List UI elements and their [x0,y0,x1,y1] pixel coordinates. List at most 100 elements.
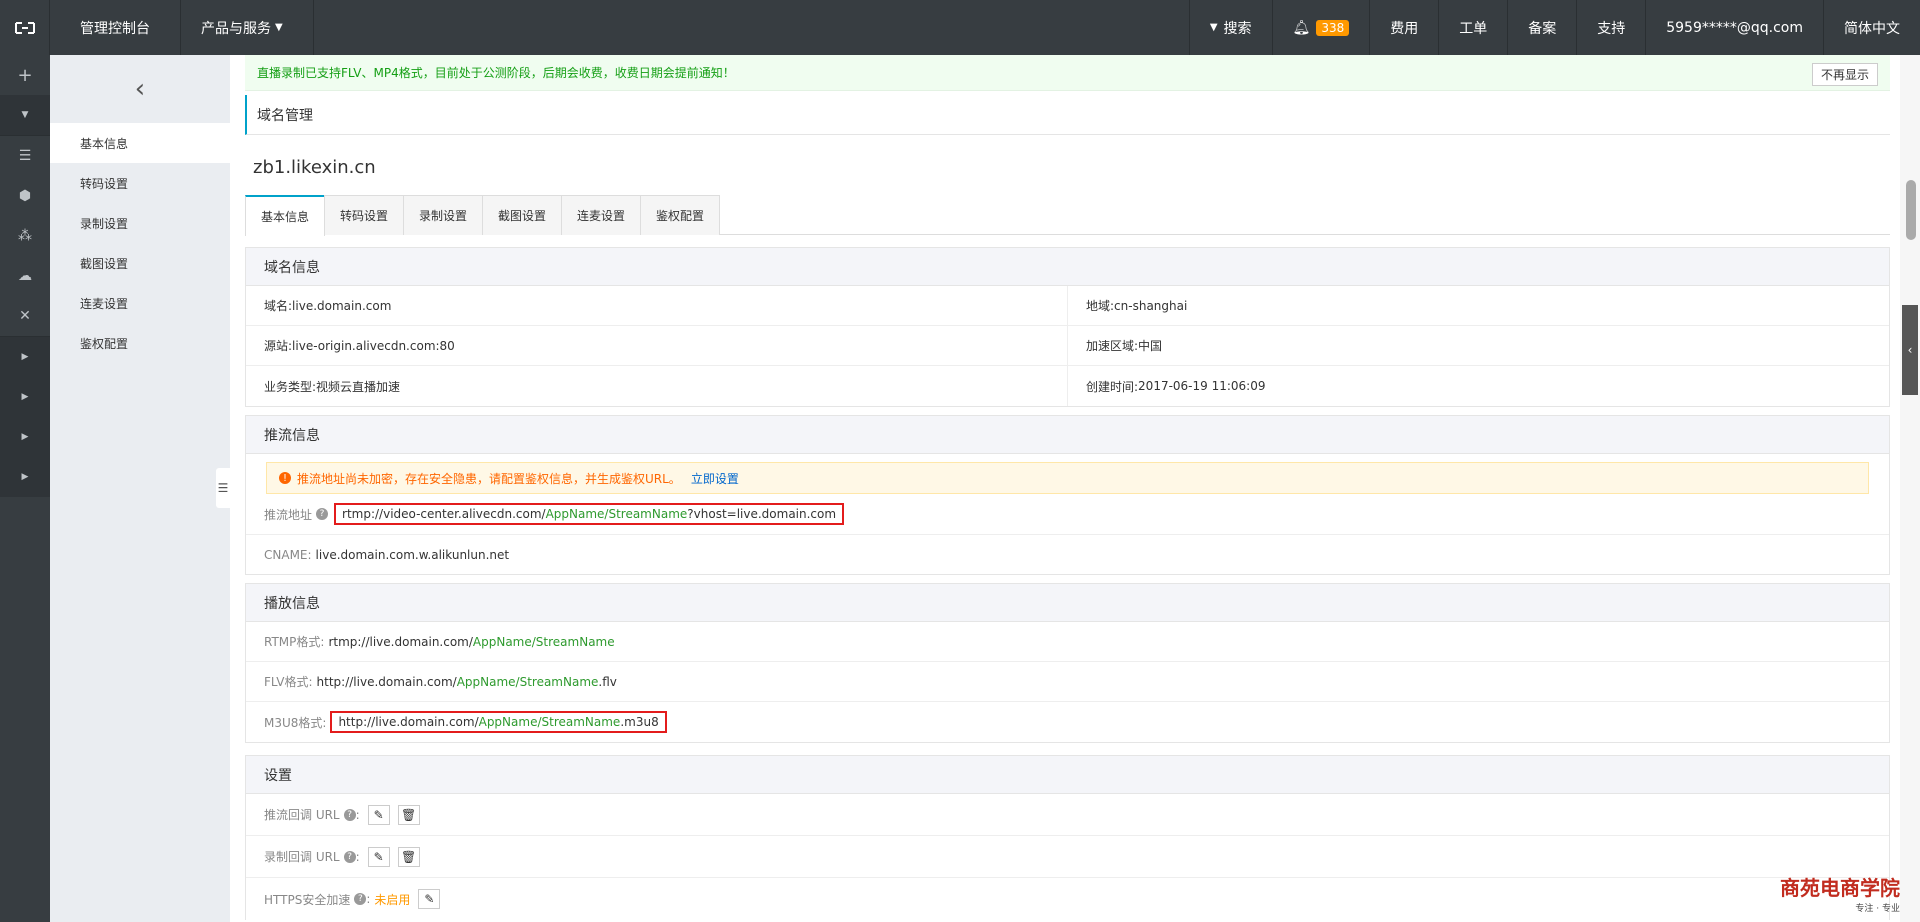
colon-text: : [366,892,371,906]
aliyun-logo-icon[interactable] [0,0,50,55]
sidenav-item-snapshot[interactable]: 截图设置 [50,243,230,283]
push-url-path: AppName/StreamName [545,507,688,521]
play-info-title: 播放信息 [246,584,1889,622]
scrollbar[interactable]: ‹ [1900,55,1920,922]
rtmp-label: RTMP格式: [264,635,325,649]
products-label: 产品与服务 [201,20,271,37]
domain-info-panel: 域名信息 域名: live.domain.com 地域: cn-shanghai 源… [245,247,1890,407]
setup-now-link[interactable]: 立即设置 [691,470,739,487]
tab-recording[interactable]: 录制设置 [403,195,483,235]
products-menu[interactable]: 产品与服务 ▼ [171,0,314,55]
back-chevron-icon[interactable]: ‹ [50,55,230,123]
server-icon[interactable]: ☰ [0,136,50,176]
cloud-icon[interactable]: ☁ [0,256,50,296]
language-menu[interactable]: 简体中文 [1823,0,1920,55]
fees-link[interactable]: 费用 [1369,0,1438,55]
brand-name: 商苑电商学院 [1780,876,1900,900]
sidenav-item-co-streaming[interactable]: 连麦设置 [50,283,230,323]
settings-panel: 设置 推流回调 URL?: ✎ 🗑︎ 录制回调 URL?: ✎ 🗑︎ HTTPS安全加速… [245,755,1890,920]
collapse-toggle-icon[interactable]: ☰ [216,468,230,508]
flv-host: http://live.domain.com/ [316,674,457,689]
search-button[interactable]: ▼ 搜索 [1188,0,1272,55]
scrollbar-thumb[interactable] [1906,180,1916,240]
help-icon[interactable]: ? [343,850,356,863]
share-icon[interactable]: ✕ [0,296,50,336]
trash-icon[interactable]: 🗑︎ [397,804,420,825]
expand-right-icon[interactable]: ▶ [0,417,50,457]
flv-label: FLV格式: [264,675,313,689]
caret-down-icon: ▼ [1209,22,1218,33]
breadcrumb: 域名管理 [245,95,1890,135]
caret-down-icon[interactable]: ▼ [0,95,50,135]
support-link[interactable]: 支持 [1576,0,1645,55]
dismiss-notice-button[interactable]: 不再显示 [1811,63,1878,86]
search-label: 搜索 [1223,20,1252,37]
help-icon[interactable]: ? [343,808,356,821]
edit-pencil-icon[interactable]: ✎ [367,804,390,825]
push-url-label: 推流地址 [264,507,313,522]
sidenav-item-basic-info[interactable]: 基本信息 [50,123,230,163]
m3u8-path: AppName/StreamName [478,715,621,729]
biz-field: 业务类型: 视频云直播加速 [246,366,1067,406]
user-account-menu[interactable]: 5959*****@qq.com [1645,0,1823,55]
sidenav-item-transcode[interactable]: 转码设置 [50,163,230,203]
tab-auth[interactable]: 鉴权配置 [640,195,720,235]
caret-down-icon: ▼ [275,22,283,33]
m3u8-label: M3U8格式: [264,715,327,730]
m3u8-ext: .m3u8 [620,715,659,729]
domain-label: 域名: [264,299,293,313]
domain-side-nav: ‹ 基本信息 转码设置 录制设置 截图设置 连麦设置 鉴权配置 [50,55,230,922]
help-icon[interactable]: ? [316,508,329,520]
edit-pencil-icon[interactable]: ✎ [418,889,441,909]
cname-value: live.domain.com.w.alikunlun.net [315,547,510,562]
rtmp-row: RTMP格式: rtmp://live.domain.com/AppName/St… [246,622,1889,662]
plus-icon[interactable]: + [0,55,50,95]
tickets-link[interactable]: 工单 [1438,0,1507,55]
push-callback-label: 推流回调 URL [264,808,340,822]
tab-snapshot[interactable]: 截图设置 [482,195,562,235]
push-url-value[interactable]: rtmp://video-center.alivecdn.com/AppName… [334,503,845,525]
colon-text: : [355,849,360,864]
created-value: 2017-06-19 11:06:09 [1138,379,1266,393]
expand-right-icon[interactable]: ▶ [0,337,50,377]
region-label: 地域: [1086,299,1115,313]
cname-label: CNAME: [264,547,312,562]
sidenav-item-recording[interactable]: 录制设置 [50,203,230,243]
help-icon[interactable]: ? [354,893,367,905]
domain-info-title: 域名信息 [246,248,1889,286]
domain-value: live.domain.com [292,298,392,313]
rtmp-host: rtmp://live.domain.com/ [328,634,473,649]
play-info-panel: 播放信息 RTMP格式: rtmp://live.domain.com/AppNa… [245,583,1890,743]
created-label: 创建时间: [1086,379,1139,394]
flv-path: AppName/StreamName [456,674,599,689]
tab-basic-info[interactable]: 基本信息 [245,195,325,236]
console-link[interactable]: 管理控制台 [50,0,181,55]
expand-right-icon[interactable]: ▶ [0,377,50,417]
tab-transcode[interactable]: 转码设置 [324,195,404,235]
collapse-panel-icon[interactable]: ‹ [1902,305,1918,395]
push-url-host: rtmp://video-center.alivecdn.com/ [342,507,546,521]
accel-value: 中国 [1138,339,1163,353]
trash-icon[interactable]: 🗑︎ [397,846,420,867]
rtmp-path: AppName/StreamName [472,634,615,649]
cluster-icon[interactable]: ⬢ [0,176,50,216]
notifications-button[interactable]: 🔔︎ 338 [1271,0,1370,55]
bell-icon: 🔔︎ [1292,19,1311,36]
filing-link[interactable]: 备案 [1507,0,1576,55]
expand-right-icon[interactable]: ▶ [0,457,50,497]
cname-row: CNAME: live.domain.com.w.alikunlun.net [246,534,1889,574]
brand-tagline: 专注 · 专业 [1855,904,1900,914]
m3u8-url-value[interactable]: http://live.domain.com/AppName/StreamNam… [330,711,667,733]
colon-text: : [355,807,360,822]
sidenav-item-auth[interactable]: 鉴权配置 [50,323,230,363]
https-row: HTTPS安全加速?: 未启用 ✎ [246,878,1889,920]
record-callback-row: 录制回调 URL?: ✎ 🗑︎ [246,836,1889,878]
edit-pencil-icon[interactable]: ✎ [367,846,390,867]
tab-co-streaming[interactable]: 连麦设置 [561,195,641,235]
created-field: 创建时间: 2017-06-19 11:06:09 [1067,366,1889,406]
settings-title: 设置 [246,756,1889,794]
notice-text: 直播录制已支持FLV、MP4格式，目前处于公测阶段，后期会收费，收费日期会提前通… [257,66,735,80]
network-icon[interactable]: ⁂ [0,216,50,256]
notice-banner: 直播录制已支持FLV、MP4格式，目前处于公测阶段，后期会收费，收费日期会提前通… [245,55,1890,91]
accel-label: 加速区域: [1086,339,1139,353]
